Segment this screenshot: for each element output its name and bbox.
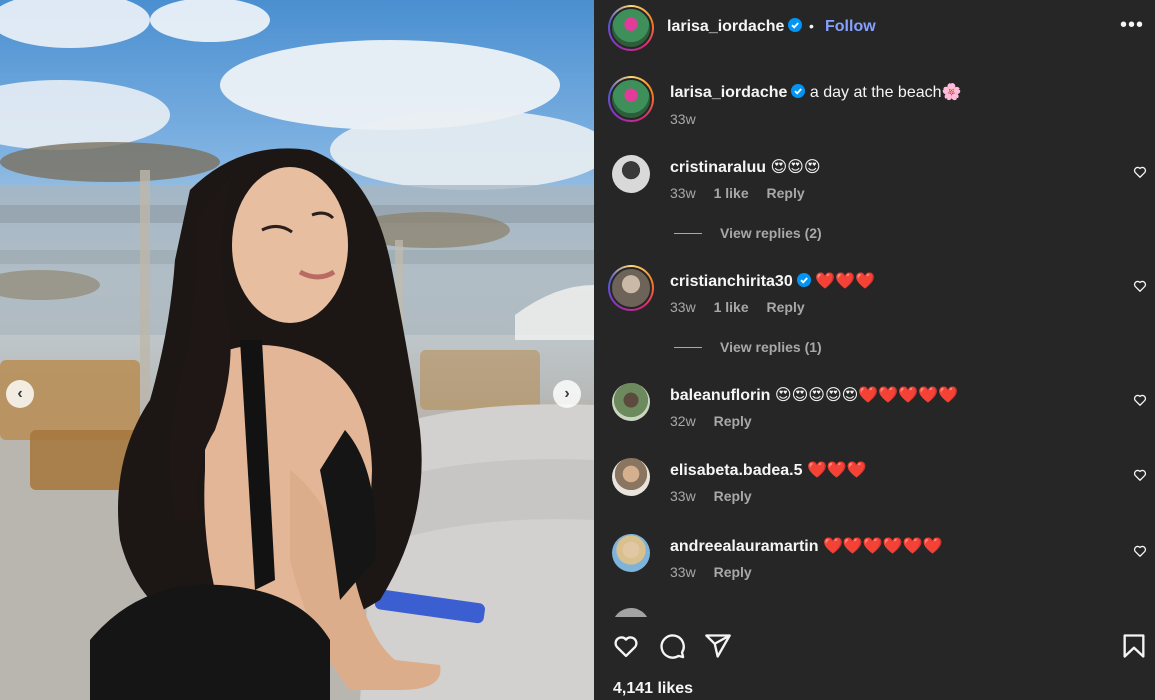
comment-time[interactable]: 32w [670,413,696,429]
caption-text: larisa_iordache a day at the beach🌸 [670,82,961,102]
heart-icon[interactable] [1133,165,1147,179]
caption-avatar[interactable] [608,76,654,122]
heart-icon[interactable] [1133,544,1147,558]
comment-username[interactable]: cristianchirita30 [670,273,793,290]
caption-timestamp[interactable]: 33w [670,111,696,127]
comment-avatar[interactable] [612,534,650,572]
more-options-icon[interactable]: ••• [1120,14,1144,37]
verified-icon [788,18,803,32]
view-replies-button[interactable]: View replies (1) [674,339,822,355]
reply-button[interactable]: Reply [767,299,805,315]
heart-icon[interactable] [1133,393,1147,407]
comment-time[interactable]: 33w [670,564,696,580]
owner-username-link[interactable]: larisa_iordache [667,18,803,36]
likes-count[interactable]: 4,141 likes [613,680,693,698]
comment-username[interactable]: baleanuflorin [670,387,770,404]
photo-illustration [0,0,594,700]
owner-avatar[interactable] [608,5,654,51]
header-separator: • [809,18,814,34]
verified-icon [796,273,811,287]
comment-item: elisabeta.badea.5 ❤️❤️❤️ 33w Reply [594,458,1155,518]
comment-text: 😍😍😍😍😍❤️❤️❤️❤️❤️ [774,387,958,404]
comment-item: cristianchirita30 ❤️❤️❤️ 33w 1 like Repl… [594,265,1155,329]
comment-time[interactable]: 33w [670,185,696,201]
comment-username[interactable]: andreealauramartin [670,538,819,555]
post-side-panel: larisa_iordache • Follow ••• larisa_iord… [594,0,1155,700]
comment-avatar[interactable] [612,383,650,421]
carousel-prev-button[interactable]: ‹ [6,380,34,408]
follow-button[interactable]: Follow [825,18,876,36]
heart-icon[interactable] [1133,468,1147,482]
reply-button[interactable]: Reply [714,564,752,580]
comment-item: andreealauramartin ❤️❤️❤️❤️❤️❤️ 33w Repl… [594,534,1155,594]
chevron-left-icon: ‹ [17,385,23,402]
heart-icon[interactable] [612,632,640,660]
view-replies-button[interactable]: View replies (2) [674,225,822,241]
comment-item: baleanuflorin 😍😍😍😍😍❤️❤️❤️❤️❤️ 32w Reply [594,383,1155,443]
comment-text: ❤️❤️❤️ [806,462,867,479]
reply-button[interactable]: Reply [767,185,805,201]
comment-text: 😍😍😍 [770,159,821,176]
reply-button[interactable]: Reply [714,488,752,504]
verified-icon [791,84,806,98]
replies-divider [674,346,702,348]
heart-icon[interactable] [1133,279,1147,293]
bookmark-icon[interactable] [1120,632,1148,660]
comment-text: ❤️❤️❤️❤️❤️❤️ [822,538,943,555]
comment-username[interactable]: cristinaraluu [670,159,766,176]
comment-time[interactable]: 33w [670,488,696,504]
caption-body: a day at the beach🌸 [809,84,962,101]
comment-avatar[interactable] [612,458,650,496]
post-header: larisa_iordache • Follow ••• [594,0,1155,56]
post-photo[interactable]: ‹ › [0,0,594,700]
carousel-next-button[interactable]: › [553,380,581,408]
reply-button[interactable]: Reply [714,413,752,429]
comment-likes[interactable]: 1 like [714,185,749,201]
post-actions-bar: 4,141 likes [594,617,1155,700]
caption-username[interactable]: larisa_iordache [670,84,787,101]
comment-avatar[interactable] [608,265,654,311]
comment-item: cristinaraluu 😍😍😍 33w 1 like Reply [594,155,1155,215]
chevron-right-icon: › [564,385,570,402]
comment-time[interactable]: 33w [670,299,696,315]
comment-username[interactable]: elisabeta.badea.5 [670,462,803,479]
comment-icon[interactable] [658,632,686,660]
comment-text: ❤️❤️❤️ [815,273,875,290]
share-icon[interactable] [704,632,732,660]
comment-likes[interactable]: 1 like [714,299,749,315]
replies-divider [674,232,702,234]
comment-avatar[interactable] [612,155,650,193]
